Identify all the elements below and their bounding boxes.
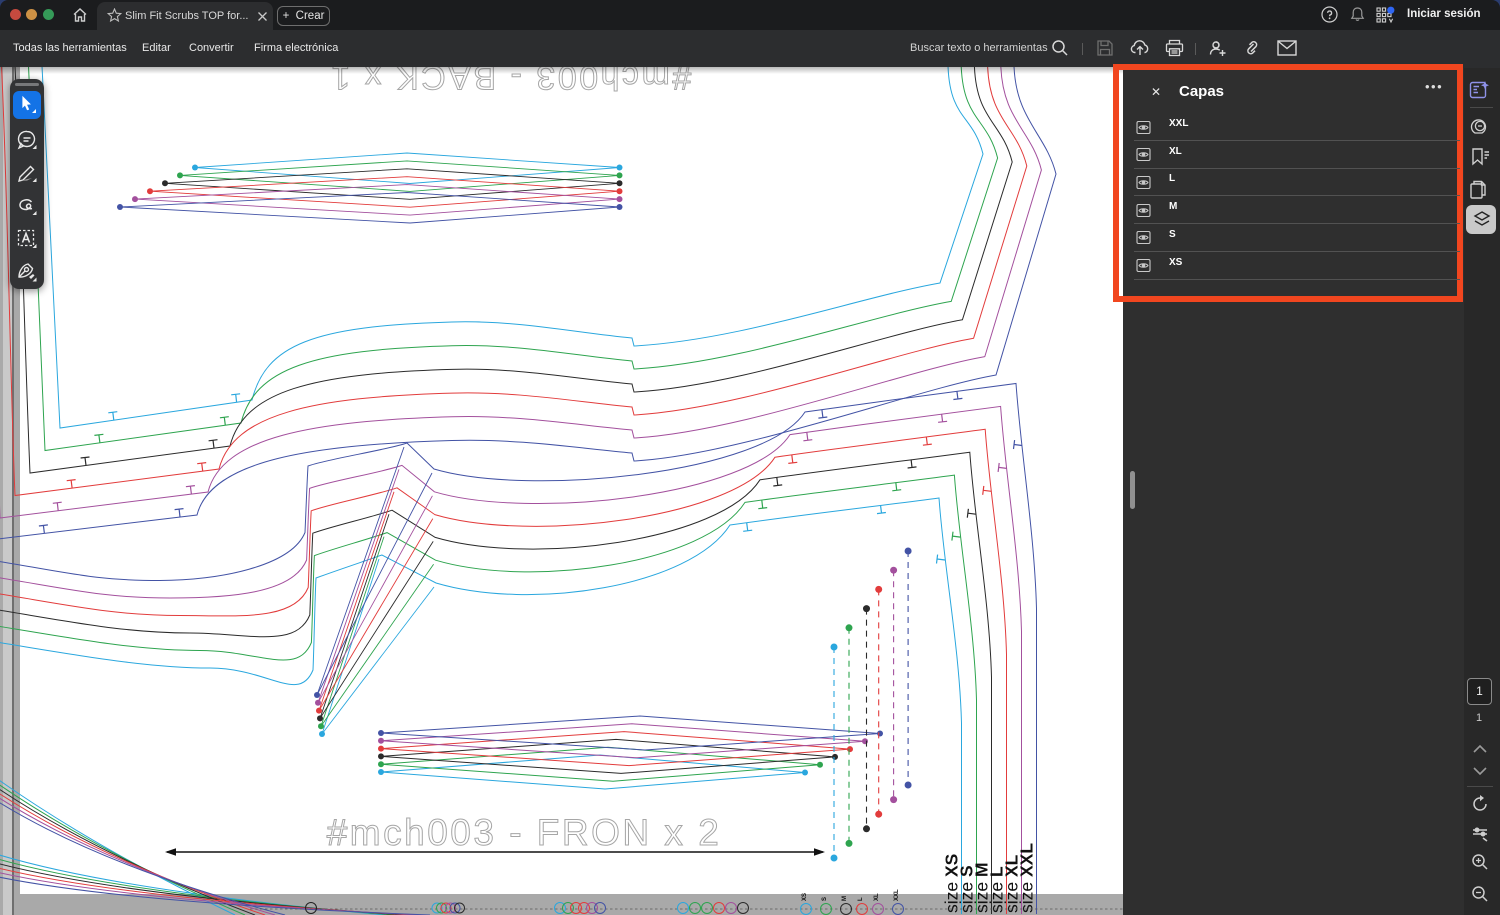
svg-text:L: L <box>858 897 864 901</box>
svg-text:#mch003 - FRON x 2: #mch003 - FRON x 2 <box>327 812 722 853</box>
svg-text:XS: XS <box>802 893 808 901</box>
svg-text:XL: XL <box>874 893 880 901</box>
svg-text:XXL: XXL <box>894 889 900 901</box>
svg-text:size XXL: size XXL <box>1017 843 1037 913</box>
svg-text:S: S <box>822 897 828 901</box>
svg-text:M: M <box>842 896 848 901</box>
